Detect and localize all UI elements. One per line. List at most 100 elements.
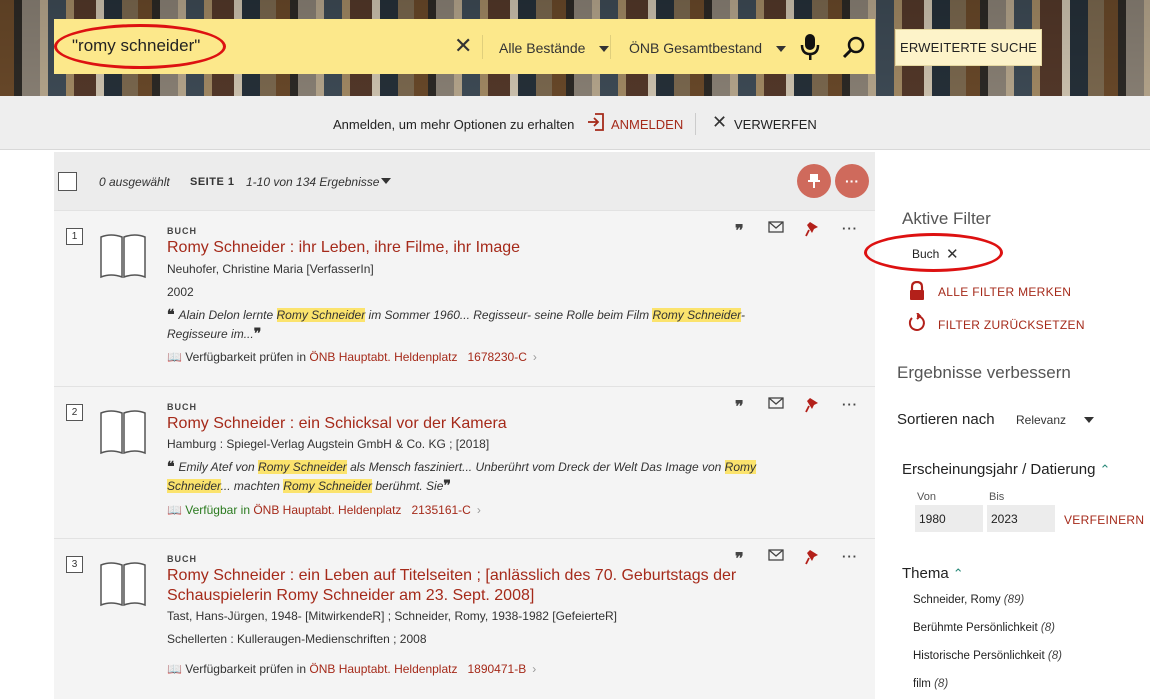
year-to-input[interactable] [987,505,1055,532]
email-icon[interactable] [768,549,784,564]
chevron-up-icon[interactable]: ⌃ [953,566,964,581]
result-author: Hamburg : Spiegel-Verlag Augstein GmbH &… [167,437,490,451]
result-number[interactable]: 1 [66,228,83,245]
cite-icon[interactable]: ❞ [735,221,744,241]
lock-icon[interactable] [908,280,926,306]
search-bar: "romy schneider" ✕ Alle Bestände ÖNB Ges… [54,19,834,74]
cite-icon[interactable]: ❞ [735,549,744,569]
login-button[interactable]: ANMELDEN [611,117,683,132]
chevron-down-icon [776,46,787,53]
result-year: 2002 [167,285,194,299]
dismiss-button[interactable]: VERWERFEN [734,117,817,132]
email-icon[interactable] [768,221,784,236]
result-title[interactable]: Romy Schneider : ein Schicksal vor der K… [167,414,747,434]
availability-status: Verfügbarkeit prüfen in [185,662,307,676]
availability-line[interactable]: 📖 Verfügbarkeit prüfen in ÖNB Hauptabt. … [167,350,537,364]
availability-line[interactable]: 📖 Verfügbarkeit prüfen in ÖNB Hauptabt. … [167,662,536,676]
scope-value: Alle Bestände [499,40,586,56]
scope-dropdown[interactable]: Alle Bestände [499,40,610,56]
result-number[interactable]: 3 [66,556,83,573]
snippet-highlight: Romy Schneider [283,479,373,493]
result-number[interactable]: 2 [66,404,83,421]
sort-dropdown[interactable]: Relevanz [1016,413,1066,427]
query-annotation-oval [54,24,226,69]
topic-item[interactable]: Berühmte Persönlichkeit (8) [913,622,1055,634]
more-icon[interactable]: ··· [842,549,858,564]
chevron-right-icon[interactable]: › [533,350,537,364]
book-icon [99,407,147,460]
pin-icon[interactable] [805,221,819,240]
pin-icon[interactable] [805,549,819,568]
snippet-highlight: Romy Schneider [652,308,741,322]
collection-dropdown[interactable]: ÖNB Gesamtbestand [629,40,787,56]
pin-icon[interactable] [805,397,819,416]
result-item[interactable]: 1 BUCH Romy Schneider : ihr Leben, ihre … [54,210,875,386]
login-prompt: Anmelden, um mehr Optionen zu erhalten [333,117,575,132]
chevron-right-icon[interactable]: › [477,503,481,517]
cite-icon[interactable]: ❞ [735,397,744,417]
quote-icon: ❞ [253,325,262,341]
availability-location[interactable]: ÖNB Hauptabt. Heldenplatz [309,350,457,364]
topic-item[interactable]: Historische Persönlichkeit (8) [913,650,1062,662]
year-facet-heading[interactable]: Erscheinungsjahr / Datierung ⌃ [902,461,1110,478]
close-icon[interactable]: ✕ [712,112,727,133]
topic-count: (8) [1040,622,1055,634]
results-count[interactable]: 1-10 von 134 Ergebnisse [246,175,379,189]
divider [695,113,696,135]
email-icon[interactable] [768,397,784,412]
reset-filters-button[interactable]: FILTER ZURÜCKSETZEN [938,318,1085,332]
availability-icon: 📖 [167,350,186,364]
availability-location[interactable]: ÖNB Hauptabt. Heldenplatz [253,503,401,517]
availability-location[interactable]: ÖNB Hauptabt. Heldenplatz [309,662,457,676]
shelfmark[interactable]: 1890471-B [467,662,526,676]
search-button[interactable] [833,19,875,74]
reset-icon[interactable] [908,312,926,338]
clear-search-icon[interactable]: ✕ [454,33,472,59]
sign-in-icon[interactable] [587,112,605,137]
quote-icon: ❝ [167,458,179,474]
book-icon [99,231,147,284]
availability-status: Verfügbar in [185,503,250,517]
result-snippet: ❝ Alain Delon lernte Romy Schneider im S… [167,305,777,343]
refine-button[interactable]: VERFEINERN [1064,513,1144,527]
from-label: Von [917,491,936,503]
more-actions-button[interactable]: ··· [835,164,869,198]
chevron-right-icon[interactable]: › [532,662,536,676]
result-author: Tast, Hans-Jürgen, 1948- [MitwirkendeR] … [167,609,617,623]
pin-icon [808,174,820,188]
result-item[interactable]: 2 BUCH Romy Schneider : ein Schicksal vo… [54,386,875,538]
result-snippet: ❝ Emily Atef von Romy Schneider als Mens… [167,457,777,495]
results-toolbar: 0 ausgewählt SEITE 1 1-10 von 134 Ergebn… [54,152,875,210]
result-item[interactable]: 3 BUCH Romy Schneider : ein Leben auf Ti… [54,538,875,699]
more-icon[interactable]: ··· [842,397,858,412]
shelfmark[interactable]: 2135161-C [411,503,470,517]
availability-line[interactable]: 📖 Verfügbar in ÖNB Hauptabt. Heldenplatz… [167,503,481,517]
advanced-search-button[interactable]: ERWEITERTE SUCHE [895,29,1042,66]
topic-count: (89) [1003,594,1025,606]
topic-facet-heading[interactable]: Thema ⌃ [902,565,964,582]
result-title[interactable]: Romy Schneider : ein Leben auf Titelseit… [167,566,747,606]
result-author: Neuhofer, Christine Maria [VerfasserIn] [167,262,374,276]
topic-count: (8) [1047,650,1062,662]
topic-item[interactable]: film (8) [913,678,948,690]
select-all-checkbox[interactable] [58,172,77,191]
shelfmark[interactable]: 1678230-C [467,350,526,364]
remember-filters-button[interactable]: ALLE FILTER MERKEN [938,285,1071,299]
selected-count: 0 ausgewählt [99,175,170,189]
pin-all-button[interactable] [797,164,831,198]
snippet-highlight: Romy Schneider [276,308,366,322]
topic-item[interactable]: Schneider, Romy (89) [913,594,1024,606]
microphone-icon[interactable] [800,33,820,66]
page-indicator: SEITE 1 [190,176,235,188]
result-title[interactable]: Romy Schneider : ihr Leben, ihre Filme, … [167,238,747,258]
more-icon[interactable]: ··· [842,221,858,236]
chevron-up-icon[interactable]: ⌃ [1099,462,1110,477]
topic-name: Historische Persönlichkeit [913,650,1045,662]
snippet-text: Emily Atef von [178,460,259,474]
chevron-down-icon[interactable] [381,178,391,184]
chevron-down-icon [599,46,610,53]
improve-results-heading: Ergebnisse verbessern [897,363,1071,382]
year-from-input[interactable] [915,505,983,532]
snippet-highlight: Romy Schneider [258,460,347,474]
chevron-down-icon[interactable] [1084,417,1094,423]
